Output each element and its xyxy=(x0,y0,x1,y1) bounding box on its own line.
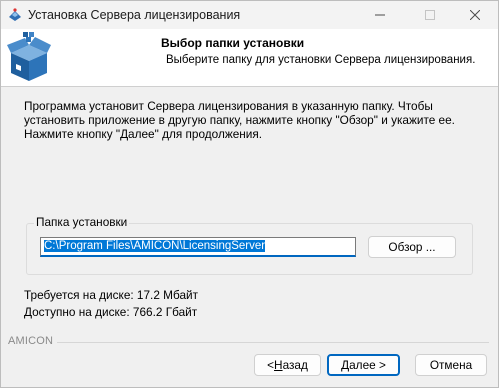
step-title: Выбор папки установки xyxy=(161,36,305,50)
back-button-mnemonic: Н xyxy=(274,358,283,372)
disk-space-available: Доступно на диске: 766.2 Гбайт xyxy=(24,305,198,319)
next-button[interactable]: Далее > xyxy=(327,354,400,376)
instructions-text: Программа установит Сервера лицензирован… xyxy=(24,99,455,141)
install-path-field[interactable]: C:\Program Files\AMICON\LicensingServer xyxy=(40,237,356,257)
close-icon[interactable] xyxy=(452,1,498,29)
wizard-header: Выбор папки установки Выберите папку для… xyxy=(1,29,498,87)
cancel-button[interactable]: Отмена xyxy=(415,354,487,376)
title-bar: Установка Сервера лицензирования xyxy=(1,1,498,29)
disk-space-required: Требуется на диске: 17.2 Мбайт xyxy=(24,288,199,302)
minimize-icon[interactable] xyxy=(357,1,403,29)
brand-label: AMICON xyxy=(8,335,54,347)
install-path-selected-text: C:\Program Files\AMICON\LicensingServer xyxy=(44,240,266,252)
next-button-label: алее > xyxy=(349,358,386,372)
next-button-mnemonic: Д xyxy=(341,358,350,372)
browse-button[interactable]: Обзор ... xyxy=(368,236,456,258)
window-title: Установка Сервера лицензирования xyxy=(28,8,241,22)
footer-divider xyxy=(57,342,489,343)
maximize-icon xyxy=(407,1,453,29)
package-box-icon xyxy=(7,32,51,81)
back-button[interactable]: < Назад xyxy=(254,354,321,376)
back-button-arrow: < xyxy=(267,358,275,372)
installer-app-icon xyxy=(9,8,21,21)
step-subtitle: Выберите папку для установки Сервера лиц… xyxy=(166,54,476,66)
installer-window: Установка Сервера лицензирования Выбор п… xyxy=(0,0,499,388)
install-folder-label: Папка установки xyxy=(34,215,130,229)
back-button-label: азад xyxy=(282,358,308,372)
